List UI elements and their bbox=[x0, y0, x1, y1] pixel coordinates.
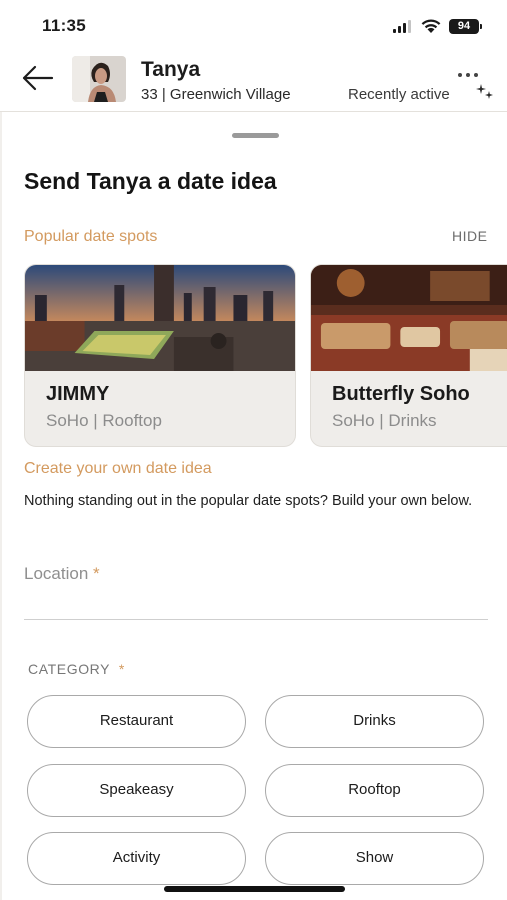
sheet-title: Send Tanya a date idea bbox=[24, 168, 277, 194]
spot-name: Butterfly Soho bbox=[332, 383, 470, 405]
spot-card-jimmy[interactable]: JIMMY SoHo | Rooftop bbox=[24, 264, 296, 447]
create-idea-link[interactable]: Create your own date idea bbox=[24, 460, 212, 478]
spot-subtitle: SoHo | Drinks bbox=[332, 411, 437, 430]
location-label: Location * bbox=[24, 564, 100, 583]
hide-button[interactable]: HIDE bbox=[452, 228, 487, 244]
category-restaurant[interactable]: Restaurant bbox=[27, 695, 246, 748]
spot-name: JIMMY bbox=[46, 383, 110, 405]
activity-status: Recently active bbox=[348, 86, 450, 103]
battery-icon: 94 bbox=[449, 19, 479, 34]
sheet-grabber[interactable] bbox=[232, 133, 279, 138]
category-rooftop[interactable]: Rooftop bbox=[265, 764, 484, 817]
spot-subtitle: SoHo | Rooftop bbox=[46, 411, 162, 430]
category-show[interactable]: Show bbox=[265, 832, 484, 885]
profile-subline: 33 | Greenwich Village bbox=[141, 86, 291, 103]
more-icon[interactable] bbox=[458, 64, 488, 77]
status-time: 11:35 bbox=[42, 16, 87, 35]
profile-header: Tanya 33 | Greenwich Village Recently ac… bbox=[0, 52, 507, 112]
wifi-icon bbox=[421, 19, 441, 33]
popular-spots-label: Popular date spots bbox=[24, 228, 158, 245]
location-input[interactable] bbox=[24, 588, 488, 620]
category-drinks[interactable]: Drinks bbox=[265, 695, 484, 748]
avatar[interactable] bbox=[72, 56, 126, 102]
popular-spots-carousel[interactable]: JIMMY SoHo | Rooftop Butterfly Soho SoHo… bbox=[24, 264, 507, 448]
category-activity[interactable]: Activity bbox=[27, 832, 246, 885]
date-idea-sheet: Send Tanya a date idea Popular date spot… bbox=[0, 112, 507, 900]
back-arrow-icon[interactable] bbox=[20, 62, 56, 94]
required-asterisk: * bbox=[118, 661, 125, 677]
spot-card-butterfly-soho[interactable]: Butterfly Soho SoHo | Drinks bbox=[310, 264, 507, 447]
spot-photo-lounge bbox=[311, 265, 507, 371]
category-label: CATEGORY * bbox=[28, 661, 125, 677]
sparkle-icon bbox=[476, 84, 493, 99]
required-asterisk: * bbox=[93, 564, 100, 583]
helper-text: Nothing standing out in the popular date… bbox=[24, 493, 473, 509]
status-bar: 11:35 94 bbox=[0, 0, 507, 52]
home-indicator[interactable] bbox=[164, 886, 345, 892]
signal-icon bbox=[393, 20, 411, 33]
profile-name: Tanya bbox=[141, 58, 201, 81]
category-speakeasy[interactable]: Speakeasy bbox=[27, 764, 246, 817]
spot-photo-rooftop bbox=[25, 265, 295, 371]
battery-tip bbox=[480, 24, 482, 29]
